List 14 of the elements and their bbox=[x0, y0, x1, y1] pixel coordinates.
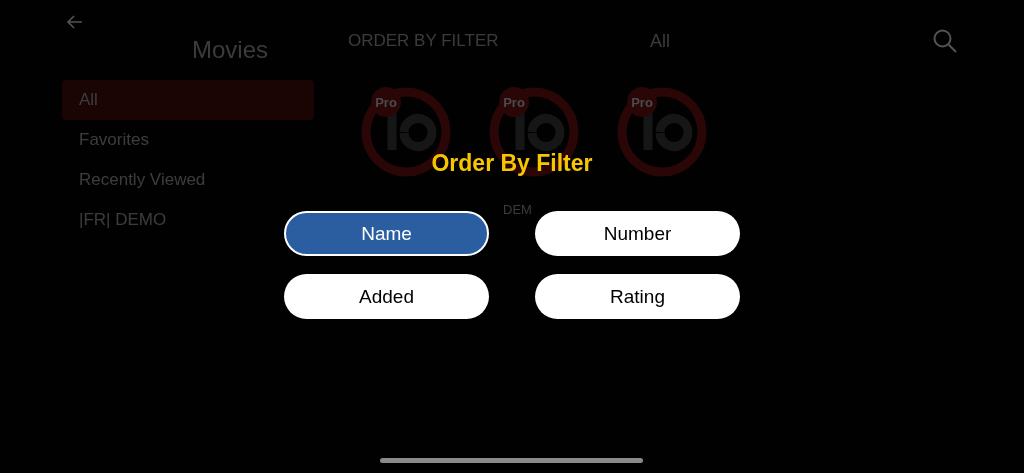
sort-option-button[interactable]: Added bbox=[284, 274, 489, 319]
dialog-title: Order By Filter bbox=[431, 150, 593, 177]
pro-badge: Pro bbox=[627, 87, 657, 117]
sort-option-button[interactable]: Number bbox=[535, 211, 740, 256]
category-label: All bbox=[650, 30, 671, 52]
pro-badge: Pro bbox=[499, 87, 529, 117]
search-icon[interactable] bbox=[932, 28, 958, 54]
sort-option-button[interactable]: Name bbox=[284, 211, 489, 256]
pro-badge: Pro bbox=[371, 87, 401, 117]
card-caption: DEM bbox=[503, 202, 532, 217]
sort-option-button[interactable]: Rating bbox=[535, 274, 740, 319]
logo-icon bbox=[616, 87, 707, 177]
section-title: Movies bbox=[192, 36, 268, 64]
header-title: ORDER BY FILTER bbox=[348, 31, 500, 51]
